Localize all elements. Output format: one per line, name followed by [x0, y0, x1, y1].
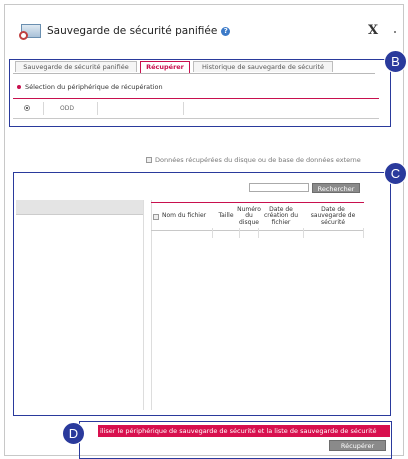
- device-radio-odd[interactable]: [24, 105, 30, 111]
- recovery-device-title: Sélection du périphérique de récupératio…: [17, 83, 163, 91]
- callout-badge-b: B: [384, 50, 407, 73]
- external-data-checkbox[interactable]: [146, 157, 152, 163]
- column-size[interactable]: Taille: [213, 203, 239, 230]
- file-table-header: Nom du fichier Taille Numéro du disque D…: [151, 202, 364, 231]
- tab-backup-history[interactable]: Historique de sauvegarde de sécurité: [193, 61, 333, 72]
- bullet-icon: [17, 85, 21, 89]
- column-divider: [97, 102, 98, 115]
- help-icon[interactable]: ?: [221, 26, 231, 36]
- callout-badge-d: D: [62, 422, 85, 445]
- instruction-bar: iliser le périphérique de sauvegarde de …: [98, 425, 390, 437]
- title-bar: Sauvegarde de sécurité panifiée ?: [19, 21, 231, 41]
- column-disk-number[interactable]: Numéro du disque: [237, 203, 261, 230]
- column-divider: [363, 228, 364, 238]
- tab-bar: Sauvegarde de sécurité panifiée Récupére…: [13, 61, 375, 74]
- search-button[interactable]: Rechercher: [312, 183, 360, 193]
- callout-badge-c: C: [384, 162, 407, 185]
- backup-app-icon: [19, 21, 43, 41]
- column-divider: [183, 102, 184, 115]
- search-input[interactable]: [249, 183, 309, 192]
- column-divider: [258, 228, 259, 238]
- column-divider: [212, 228, 213, 238]
- recovery-device-label: Sélection du périphérique de récupératio…: [25, 83, 163, 91]
- column-divider: [303, 228, 304, 238]
- column-backup-date[interactable]: Date de sauvegarde de sécurité: [303, 203, 363, 230]
- column-divider: [239, 228, 240, 238]
- column-divider: [43, 102, 44, 115]
- window-title: Sauvegarde de sécurité panifiée: [47, 25, 218, 37]
- recovery-device-table: ODD: [13, 98, 379, 119]
- close-button[interactable]: X: [368, 23, 378, 38]
- dot-marker: [394, 31, 396, 33]
- column-file-name-label: Nom du fichier: [162, 212, 207, 220]
- column-file-name[interactable]: Nom du fichier: [153, 203, 213, 230]
- tab-recover[interactable]: Récupérer: [140, 61, 190, 73]
- column-file-creation-date[interactable]: Date de création du fichier: [259, 203, 303, 230]
- folder-tree-header: [16, 200, 143, 215]
- folder-tree-panel[interactable]: [16, 200, 144, 410]
- select-all-checkbox[interactable]: [153, 213, 159, 220]
- external-data-label: Données récupérées du disque ou de base …: [155, 156, 361, 164]
- recover-button[interactable]: Récupérer: [329, 440, 386, 451]
- device-name-odd: ODD: [60, 105, 74, 112]
- tab-scheduled-backup[interactable]: Sauvegarde de sécurité panifiée: [15, 61, 137, 72]
- external-data-option[interactable]: Données récupérées du disque ou de base …: [146, 156, 361, 164]
